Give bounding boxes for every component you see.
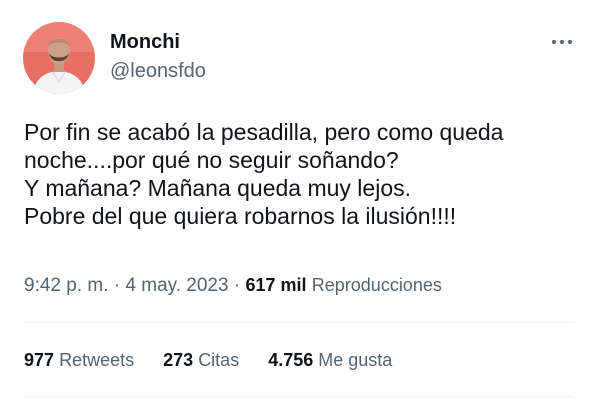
retweets-stat[interactable]: 977 Retweets	[24, 348, 134, 372]
retweets-label: Retweets	[59, 350, 135, 370]
likes-stat[interactable]: 4.756 Me gusta	[268, 348, 392, 372]
likes-label: Me gusta	[318, 350, 393, 370]
author-handle[interactable]: @leonsfdo	[110, 59, 206, 83]
avatar[interactable]	[23, 22, 95, 94]
more-options-icon[interactable]	[546, 32, 578, 52]
tweet-time[interactable]: 9:42 p. m.	[24, 275, 109, 296]
retweets-count: 977	[24, 350, 55, 370]
quotes-stat[interactable]: 273 Citas	[163, 348, 239, 372]
tweet-text-line: noche....por qué no seguir soñando?	[24, 147, 399, 173]
quotes-label: Citas	[198, 350, 240, 370]
tweet-text-line: Y mañana? Mañana queda muy lejos.	[24, 175, 412, 201]
dot	[552, 40, 556, 44]
separator: ·	[233, 275, 241, 296]
divider	[24, 396, 574, 397]
dot	[568, 40, 572, 44]
dot	[560, 40, 564, 44]
tweet-meta: 9:42 p. m. · 4 may. 2023 · 617 mil Repro…	[24, 273, 442, 298]
tweet-card: Monchi @leonsfdo Por fin se acabó la pes…	[0, 0, 598, 400]
tweet-text-line: Por fin se acabó la pesadilla, pero como…	[24, 119, 504, 145]
separator: ·	[113, 275, 121, 296]
author-display-name[interactable]: Monchi	[110, 30, 180, 54]
likes-count: 4.756	[268, 350, 314, 370]
divider	[24, 322, 574, 323]
views-count[interactable]: 617 mil	[245, 275, 306, 295]
quotes-count: 273	[163, 350, 194, 370]
engagement-stats: 977 Retweets 273 Citas 4.756 Me gusta	[24, 348, 392, 372]
tweet-date[interactable]: 4 may. 2023	[125, 275, 228, 296]
avatar-image	[23, 22, 95, 94]
views-label[interactable]: Reproducciones	[312, 275, 442, 295]
tweet-text-line: Pobre del que quiera robarnos la ilusión…	[24, 203, 457, 229]
tweet-text: Por fin se acabó la pesadilla, pero como…	[24, 118, 584, 230]
